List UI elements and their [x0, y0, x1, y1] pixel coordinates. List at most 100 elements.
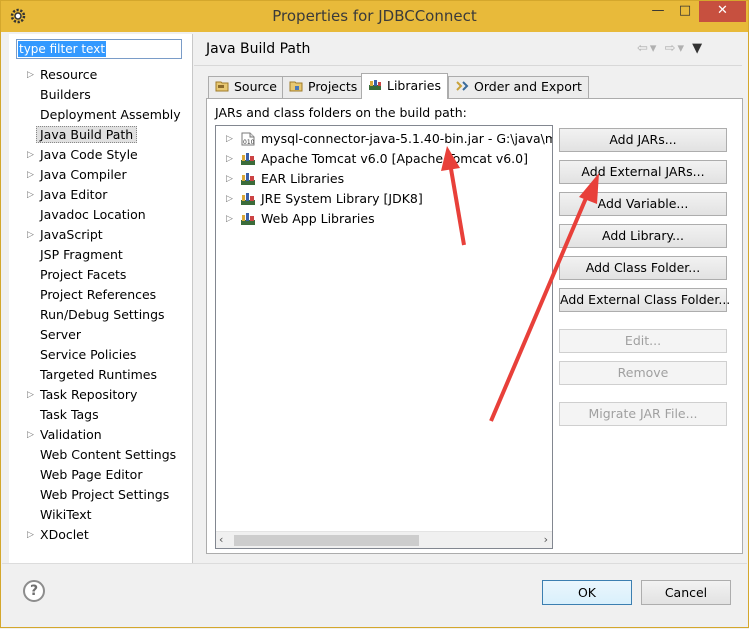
- add-external-class-folder-button[interactable]: Add External Class Folder...: [559, 288, 730, 312]
- library-entry-label: JRE System Library [JDK8]: [261, 191, 423, 206]
- sidebar-item[interactable]: Targeted Runtimes: [9, 365, 193, 385]
- horizontal-scrollbar[interactable]: ‹ ›: [216, 531, 552, 548]
- sidebar-item[interactable]: ▷ Java Compiler: [9, 165, 193, 185]
- sidebar-item[interactable]: Project References: [9, 285, 193, 305]
- sidebar-item[interactable]: WikiText: [9, 505, 193, 525]
- library-entry-label: Web App Libraries: [261, 211, 375, 226]
- minimize-button[interactable]: —: [645, 1, 671, 22]
- sidebar-item[interactable]: Java Build Path: [9, 125, 193, 145]
- libraries-icon: [369, 80, 381, 90]
- sidebar-item-label: JavaScript: [40, 227, 103, 242]
- add-external-jars-button[interactable]: Add External JARs...: [559, 160, 727, 184]
- sidebar-item-label: Project References: [40, 287, 157, 302]
- title-bar[interactable]: Properties for JDBCConnect — □ ✕: [1, 1, 748, 32]
- sidebar-item-label: Javadoc Location: [40, 207, 146, 222]
- order-export-icon: [456, 81, 469, 91]
- sidebar-item-label: Project Facets: [40, 267, 127, 282]
- filter-input[interactable]: type filter text: [16, 39, 182, 59]
- header-divider: [194, 65, 742, 66]
- close-button[interactable]: ✕: [699, 1, 746, 22]
- sidebar-item[interactable]: Service Policies: [9, 345, 193, 365]
- add-jars-button[interactable]: Add JARs...: [559, 128, 727, 152]
- add-library-button[interactable]: Add Library...: [559, 224, 727, 248]
- add-variable-button[interactable]: Add Variable...: [559, 192, 727, 216]
- sidebar-item[interactable]: ▷ Task Repository: [9, 385, 193, 405]
- library-icon: [240, 212, 256, 226]
- sidebar-item[interactable]: Deployment Assembly: [9, 105, 193, 125]
- sidebar-item-label: Server: [40, 327, 81, 342]
- view-menu-icon[interactable]: ▼: [692, 41, 704, 56]
- expand-arrow-icon[interactable]: ▷: [226, 169, 233, 189]
- sidebar-item[interactable]: Server: [9, 325, 193, 345]
- cancel-button[interactable]: Cancel: [641, 580, 731, 605]
- migrate-jar-button[interactable]: Migrate JAR File...: [559, 402, 727, 426]
- expand-arrow-icon[interactable]: ▷: [27, 225, 34, 245]
- expand-arrow-icon[interactable]: ▷: [27, 385, 34, 405]
- sidebar-item[interactable]: Web Content Settings: [9, 445, 193, 465]
- sidebar-item[interactable]: Run/Debug Settings: [9, 305, 193, 325]
- sidebar-item[interactable]: ▷ XDoclet: [9, 525, 193, 545]
- svg-text:010: 010: [243, 139, 255, 146]
- sidebar-item[interactable]: ▷ Java Editor: [9, 185, 193, 205]
- sidebar-item[interactable]: Web Page Editor: [9, 465, 193, 485]
- sidebar-item[interactable]: Builders: [9, 85, 193, 105]
- expand-arrow-icon[interactable]: ▷: [226, 149, 233, 169]
- sidebar-item[interactable]: ▷ Validation: [9, 425, 193, 445]
- expand-arrow-icon[interactable]: ▷: [27, 525, 34, 545]
- sidebar-item-label: Targeted Runtimes: [40, 367, 157, 382]
- sidebar-item-label: Java Code Style: [40, 147, 138, 162]
- ok-button[interactable]: OK: [542, 580, 632, 605]
- forward-arrow-icon[interactable]: ⇨: [665, 41, 678, 56]
- sidebar-item-label: Java Build Path: [36, 126, 138, 143]
- scroll-right-icon[interactable]: ›: [544, 533, 548, 546]
- tab-libraries[interactable]: Libraries: [361, 73, 448, 99]
- build-path-tree[interactable]: ▷ Web App Libraries ▷ JRE System Library [J…: [215, 125, 553, 549]
- sidebar-item[interactable]: Javadoc Location: [9, 205, 193, 225]
- library-icon: [240, 192, 256, 206]
- sidebar-item[interactable]: JSP Fragment: [9, 245, 193, 265]
- expand-arrow-icon[interactable]: ▷: [226, 129, 233, 149]
- sidebar-item[interactable]: Project Facets: [9, 265, 193, 285]
- property-tree: ▷ Resource Builders Deployment Assembly Java…: [9, 65, 193, 545]
- sidebar-item-label: WikiText: [40, 507, 92, 522]
- tab-projects[interactable]: Projects: [282, 76, 365, 98]
- sidebar-item[interactable]: ▷ JavaScript: [9, 225, 193, 245]
- window-title: Properties for JDBCConnect: [272, 7, 477, 25]
- library-icon: [240, 172, 256, 186]
- forward-dropdown-icon[interactable]: ▾: [677, 41, 686, 56]
- expand-arrow-icon[interactable]: ▷: [226, 209, 233, 229]
- sidebar-item[interactable]: ▷ Resource: [9, 65, 193, 85]
- help-icon[interactable]: ?: [23, 580, 45, 602]
- projects-icon: [289, 81, 303, 92]
- sidebar-item-label: Web Content Settings: [40, 447, 177, 462]
- footer-divider: [2, 563, 747, 564]
- sidebar-item[interactable]: ▷ Java Code Style: [9, 145, 193, 165]
- expand-arrow-icon[interactable]: ▷: [27, 65, 34, 85]
- expand-arrow-icon[interactable]: ▷: [27, 185, 34, 205]
- add-class-folder-button[interactable]: Add Class Folder...: [559, 256, 727, 280]
- scroll-thumb[interactable]: [234, 535, 419, 546]
- tab-source[interactable]: Source: [208, 76, 284, 98]
- sidebar-item[interactable]: Web Project Settings: [9, 485, 193, 505]
- edit-button[interactable]: Edit...: [559, 329, 727, 353]
- sidebar-item-label: Java Compiler: [40, 167, 127, 182]
- sidebar-item-label: JSP Fragment: [40, 247, 123, 262]
- maximize-button[interactable]: □: [672, 1, 698, 22]
- expand-arrow-icon[interactable]: ▷: [27, 425, 34, 445]
- expand-arrow-icon[interactable]: ▷: [226, 189, 233, 209]
- library-entry-label: Apache Tomcat v6.0 [Apache Tomcat v6.0]: [261, 151, 528, 166]
- back-dropdown-icon[interactable]: ▾: [650, 41, 659, 56]
- sidebar-item-label: Web Page Editor: [40, 467, 143, 482]
- panel-label: JARs and class folders on the build path…: [215, 105, 467, 120]
- expand-arrow-icon[interactable]: ▷: [27, 165, 34, 185]
- expand-arrow-icon[interactable]: ▷: [27, 145, 34, 165]
- tab-order-and-export[interactable]: Order and Export: [448, 76, 589, 98]
- sidebar-item-label: Validation: [40, 427, 102, 442]
- scroll-left-icon[interactable]: ‹: [219, 533, 223, 546]
- sidebar-item-label: Web Project Settings: [40, 487, 170, 502]
- sidebar: type filter text ▷ Resource Builders Deploy…: [9, 34, 193, 564]
- back-arrow-icon[interactable]: ⇦: [637, 41, 650, 56]
- sidebar-item-label: Run/Debug Settings: [40, 307, 165, 322]
- remove-button[interactable]: Remove: [559, 361, 727, 385]
- sidebar-item[interactable]: Task Tags: [9, 405, 193, 425]
